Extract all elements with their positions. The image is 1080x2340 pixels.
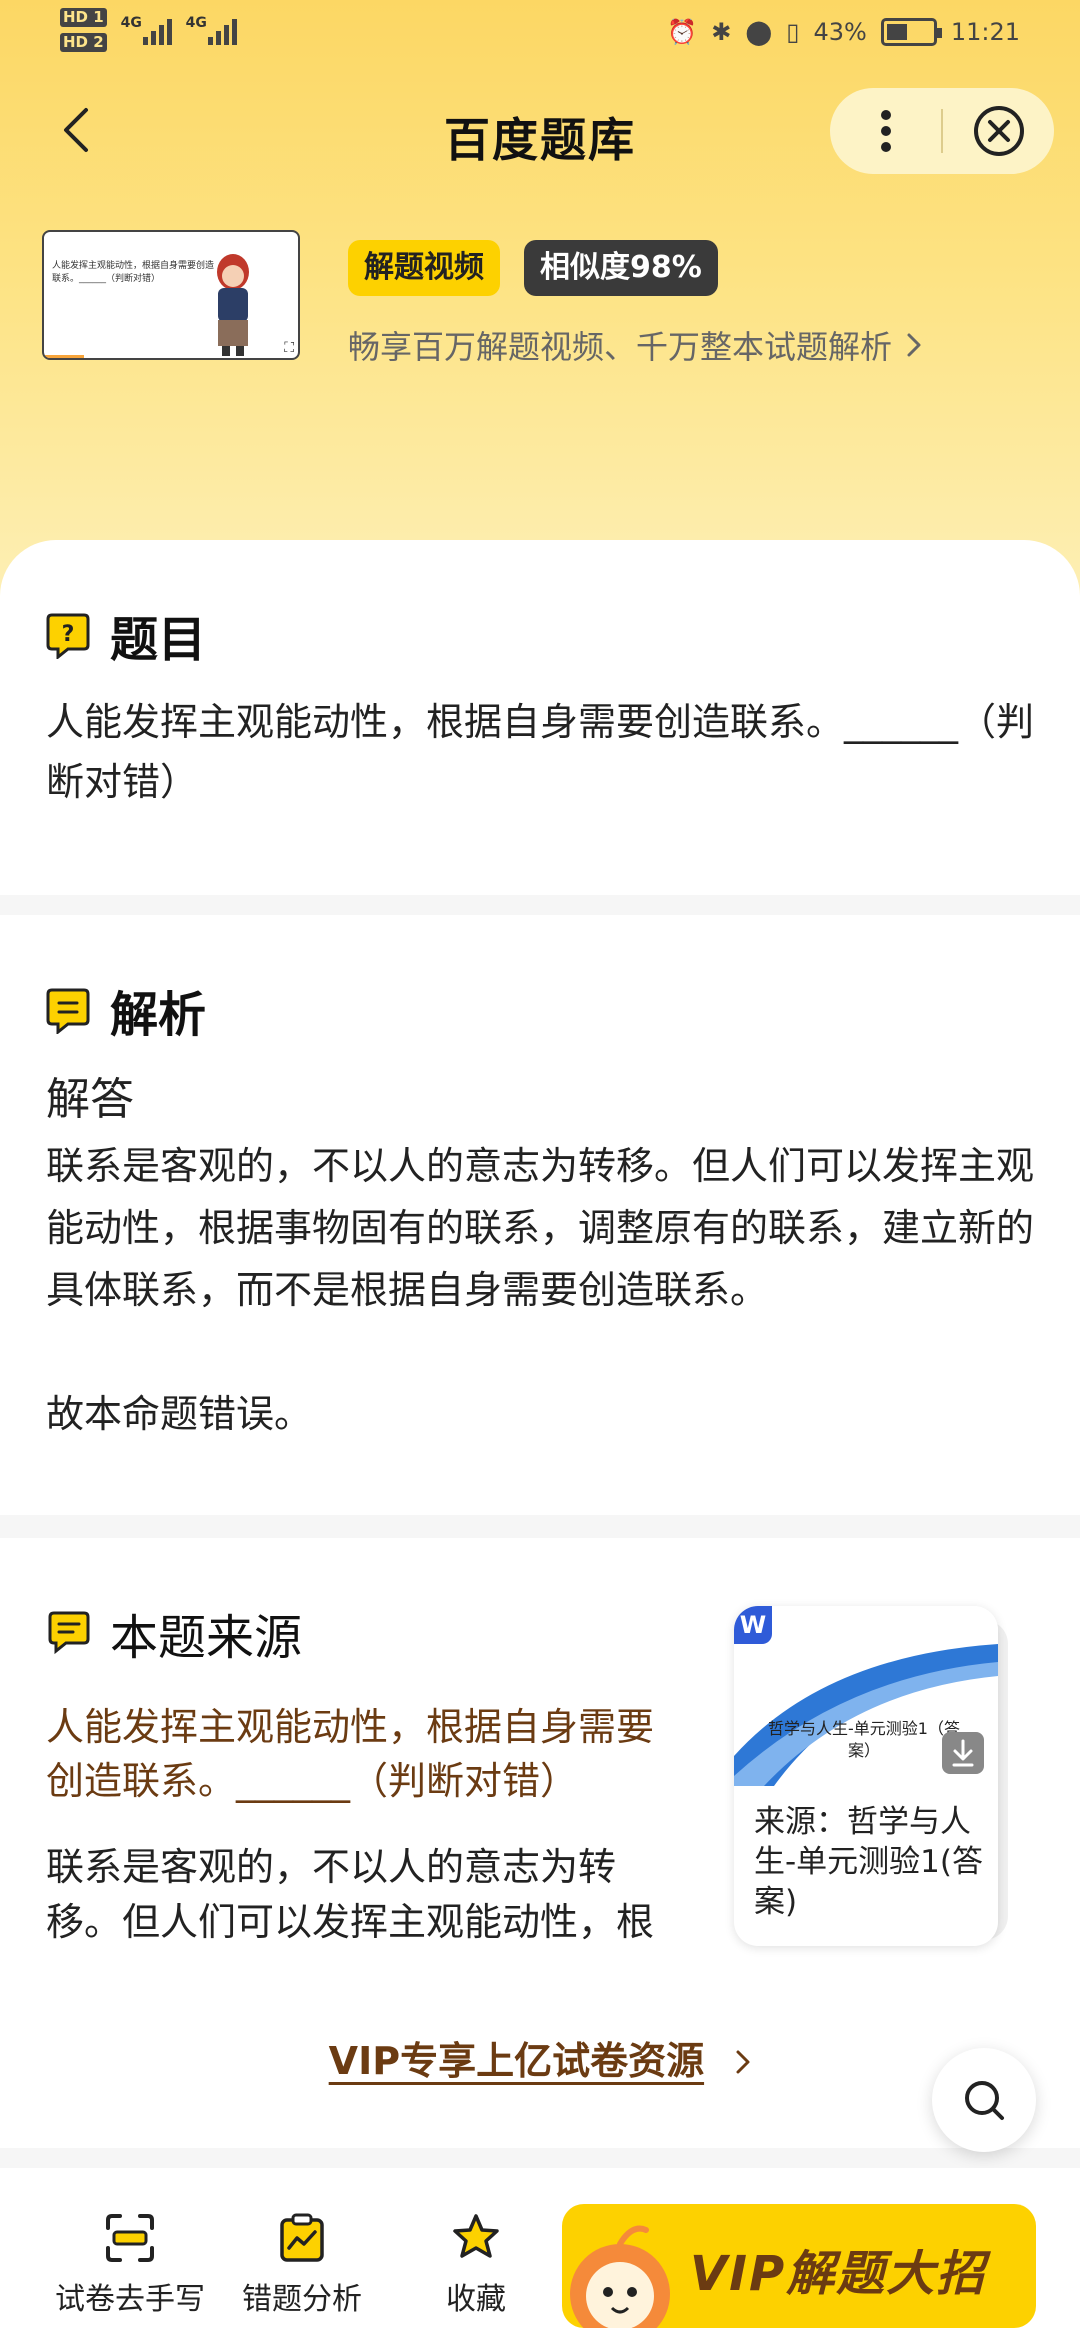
- scan-icon: [106, 2214, 154, 2262]
- analysis-conclusion: 故本命题错误。: [46, 1392, 313, 1436]
- question-heading: 题目: [110, 612, 207, 668]
- vip-solve-button[interactable]: VIP解题大招: [562, 2204, 1036, 2328]
- analysis-card: 解析 解答 联系是客观的，不以人的意志为转移。但人们可以发挥主观能动性，根据事物…: [0, 915, 1080, 1515]
- tab-favorites[interactable]: 收藏: [386, 2212, 566, 2318]
- question-text: 人能发挥主观能动性，根据自身需要创造联系。______（判断对错）: [46, 700, 1035, 804]
- close-circle-icon: [973, 106, 1024, 156]
- analysis-header: 解析: [46, 975, 206, 1045]
- similarity-badge: 相似度98%: [524, 240, 718, 296]
- network-type-label: 4G: [120, 15, 142, 31]
- status-left: HD 1 HD 2 4G 4G: [60, 8, 237, 52]
- vibrate-icon: ▯: [786, 18, 800, 46]
- vip-resources-link[interactable]: VIP专享上亿试卷资源: [0, 2030, 1080, 2085]
- mascot-icon: [570, 2225, 670, 2328]
- doc-cover-title: 哲学与人生-单元测验1（答案）: [768, 1719, 960, 1760]
- source-doc-icon: [48, 1611, 90, 1655]
- word-doc-icon: W: [734, 1606, 772, 1644]
- doc-preview: 哲学与人生-单元测验1（答案） W 来源：哲学与人生-单元测验1(答案): [734, 1606, 998, 1946]
- answer-label: 解答: [46, 1074, 134, 1125]
- chevron-right-icon: [736, 2050, 750, 2074]
- hd1-badge: HD 1: [60, 8, 107, 27]
- analysis-body: 联系是客观的，不以人的意志为转移。但人们可以发挥主观能动性，根据事物固有的联系，…: [46, 1144, 1035, 1312]
- status-bar: HD 1 HD 2 4G 4G ⏰ ✱ ⬤ ▯ 43% 11:21: [0, 0, 1080, 76]
- teacher-avatar-icon: [217, 254, 249, 356]
- analysis-bubble-icon: [46, 988, 90, 1034]
- bluetooth-icon: ✱: [711, 18, 732, 46]
- question-header: ? 题目: [46, 600, 206, 670]
- svg-text:?: ?: [62, 622, 75, 647]
- status-right: ⏰ ✱ ⬤ ▯ 43% 11:21: [667, 18, 1020, 46]
- tab-mistake-analysis[interactable]: 错题分析: [212, 2212, 392, 2318]
- tab-remove-handwriting[interactable]: 试卷去手写: [40, 2212, 220, 2318]
- location-icon: ⬤: [745, 18, 773, 46]
- doc-source-caption: 来源：哲学与人生-单元测验1(答案): [754, 1804, 984, 1920]
- fullscreen-icon: ⛶: [284, 340, 294, 356]
- hd-indicators: HD 1 HD 2: [60, 8, 107, 52]
- chevron-right-icon: [907, 333, 921, 357]
- more-vertical-icon: [880, 110, 891, 152]
- alarm-icon: ⏰: [667, 18, 698, 46]
- tab-label: 收藏: [446, 2282, 506, 2317]
- clock: 11:21: [950, 18, 1020, 46]
- download-icon[interactable]: [942, 1732, 984, 1774]
- nav-header: 百度题库: [0, 76, 1080, 186]
- network-type-label-2: 4G: [185, 15, 207, 31]
- battery-icon: [880, 18, 942, 46]
- question-bubble-icon: ?: [46, 613, 90, 659]
- vip-link-text: VIP专享上亿试卷资源: [328, 2039, 705, 2083]
- video-thumb-text: 人能发挥主观能动性，根据自身需要创造联系。______（判断对错）: [52, 261, 215, 284]
- promo-link[interactable]: 畅享百万解题视频、千万整本试题解析: [348, 322, 922, 368]
- vip-button-label: VIP解题大招: [690, 2246, 987, 2302]
- video-thumbnail[interactable]: 人能发挥主观能动性，根据自身需要创造联系。______（判断对错） ⛶: [42, 230, 300, 360]
- source-question-stem[interactable]: 人能发挥主观能动性，根据自身需要创造联系。______（判断对错）: [46, 1700, 686, 1808]
- close-button[interactable]: [943, 88, 1054, 174]
- search-button[interactable]: [932, 2048, 1036, 2152]
- video-solution-tag[interactable]: 解题视频: [348, 240, 500, 296]
- source-analysis-preview: 联系是客观的，不以人的意志为转移。但人们可以发挥主观能动性，根: [46, 1845, 655, 1944]
- signal-icon-2: 4G: [186, 15, 237, 45]
- analysis-heading: 解析: [110, 987, 207, 1043]
- chart-clipboard-icon: [280, 2213, 324, 2262]
- star-icon: [453, 2214, 499, 2258]
- question-card: ? 题目 人能发挥主观能动性，根据自身需要创造联系。______（判断对错）: [0, 540, 1080, 895]
- bottom-bar: 试卷去手写 错题分析 收藏 VIP解题大招: [0, 2168, 1080, 2340]
- source-document-card[interactable]: 哲学与人生-单元测验1（答案） W 来源：哲学与人生-单元测验1(答案): [734, 1606, 1008, 1946]
- tab-label: 错题分析: [242, 2282, 362, 2317]
- source-heading: 本题来源: [110, 1610, 303, 1666]
- signal-icon: 4G: [121, 15, 172, 45]
- battery-percent: 43%: [813, 18, 867, 46]
- video-progress-bar: [44, 355, 84, 358]
- tab-label: 试卷去手写: [55, 2282, 205, 2317]
- promo-text: 畅享百万解题视频、千万整本试题解析: [348, 328, 893, 366]
- more-button[interactable]: [830, 88, 941, 174]
- hd2-badge: HD 2: [60, 33, 107, 52]
- search-icon: [965, 2081, 1004, 2120]
- mini-app-capsule: [830, 88, 1054, 174]
- doc-cover: 哲学与人生-单元测验1（答案） W: [734, 1606, 998, 1786]
- source-header: 本题来源: [46, 1598, 302, 1668]
